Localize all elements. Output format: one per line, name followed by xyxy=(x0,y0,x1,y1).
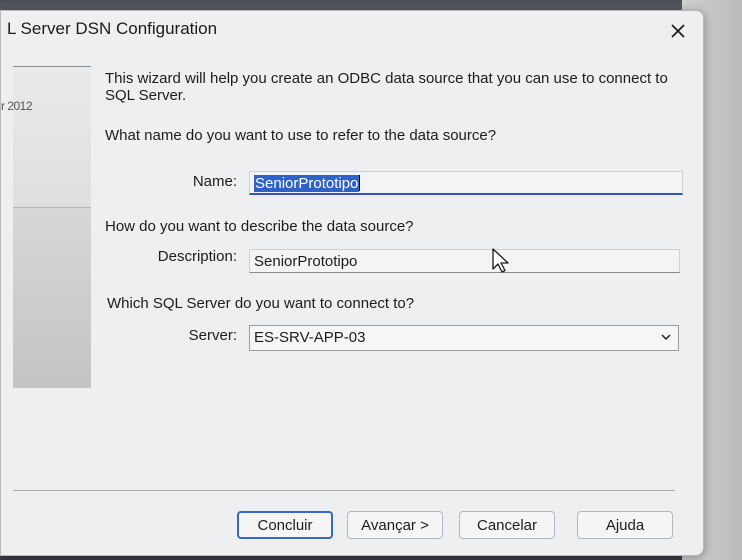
server-select[interactable]: ES-SRV-APP-03 xyxy=(249,325,679,351)
window-title: L Server DSN Configuration xyxy=(7,19,218,38)
description-question: How do you want to describe the data sou… xyxy=(105,218,414,235)
server-question: Which SQL Server do you want to connect … xyxy=(107,295,415,312)
description-input[interactable]: SeniorPrototipo xyxy=(249,249,680,273)
chevron-down-icon xyxy=(661,334,671,341)
name-input[interactable]: SeniorPrototipo xyxy=(249,171,683,195)
server-select-value: ES-SRV-APP-03 xyxy=(254,329,366,346)
text-caret xyxy=(359,175,361,191)
server-label: Server: xyxy=(188,327,237,344)
next-button[interactable]: Avançar > xyxy=(347,511,443,539)
name-input-value: SeniorPrototipo xyxy=(254,175,360,192)
name-question: What name do you want to use to refer to… xyxy=(105,127,497,144)
title-bar[interactable]: L Server DSN Configuration xyxy=(1,11,703,51)
intro-text: This wizard will help you create an ODBC… xyxy=(105,70,668,104)
mouse-pointer-icon xyxy=(492,248,509,273)
description-input-value: SeniorPrototipo xyxy=(254,253,358,270)
cancel-button[interactable]: Cancelar xyxy=(459,511,555,539)
side-panel-text: r 2012 xyxy=(1,99,33,113)
description-label: Description: xyxy=(157,248,237,265)
finish-button[interactable]: Concluir xyxy=(237,511,333,539)
wizard-side-image xyxy=(13,66,91,388)
help-button[interactable]: Ajuda xyxy=(577,511,673,539)
close-icon xyxy=(671,24,685,38)
dsn-config-dialog: L Server DSN Configuration r 2012 This w… xyxy=(0,10,704,556)
name-label: Name: xyxy=(192,173,237,190)
close-button[interactable] xyxy=(661,15,695,47)
button-separator xyxy=(13,490,675,491)
